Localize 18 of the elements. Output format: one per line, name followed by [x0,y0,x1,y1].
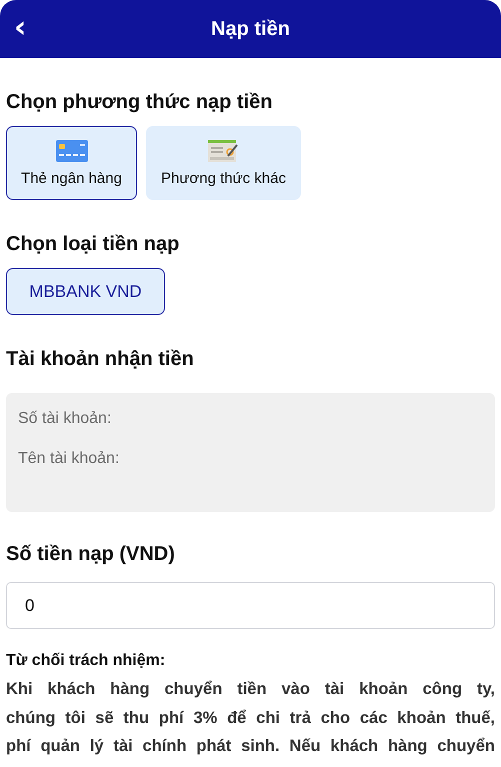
disclaimer-text: chúng tôi sẽ thu phí 3% để chi trả cho các khoản thuế, [6,708,495,728]
disclaimer-text: Khi khách hàng chuyển tiền vào tài khoản công ty, [6,679,495,700]
back-button[interactable]: ‹ [10,14,30,42]
account-field-label: Tên tài khoản: [18,449,120,469]
section-heading: Chọn phương thức nạp tiền [6,90,274,114]
form-icon [208,140,240,162]
section-heading: Tài khoản nhận tiền [6,347,195,371]
payment-method-option[interactable]: Phương thức khác [146,126,301,200]
page-title: Nạp tiền [211,18,290,40]
section-heading: Chọn loại tiền nạp [6,232,180,256]
currency-option[interactable]: MBBANK VND [6,268,165,315]
section-heading: Số tiền nạp (VND) [6,542,176,566]
disclaimer-title: Từ chối trách nhiệm: [6,651,166,671]
amount-input-field[interactable]: 0 [6,582,495,629]
credit-card-icon [56,140,88,162]
account-field-label: Số tài khoản: [18,409,112,429]
disclaimer-text: phí quản lý tài chính phát sinh. Nếu khách hàng chuyển [6,736,495,757]
payment-method-option[interactable]: Thẻ ngân hàng [6,126,137,200]
